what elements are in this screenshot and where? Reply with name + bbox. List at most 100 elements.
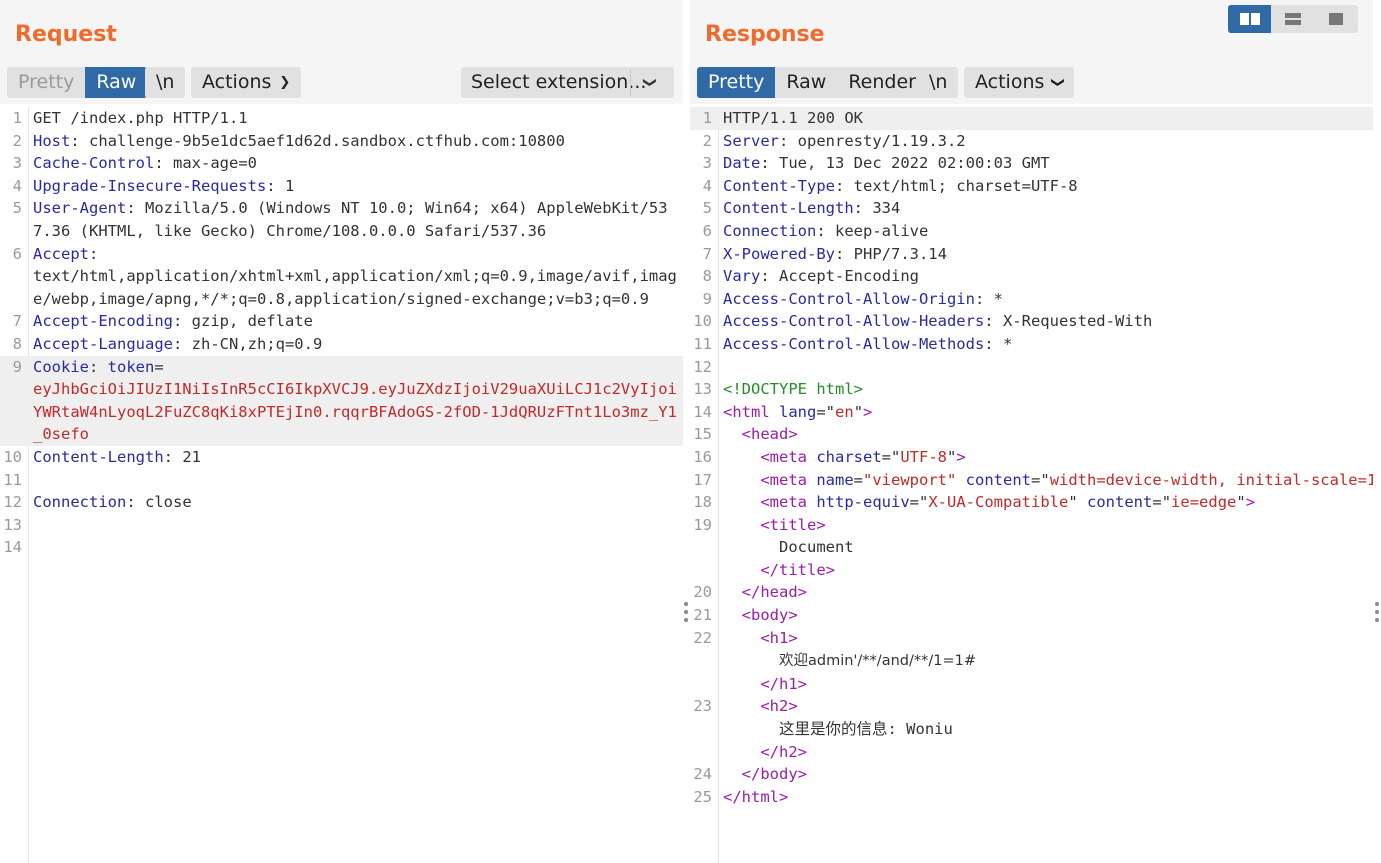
- code-line: </h2>: [760, 742, 807, 761]
- code-line: 9 Access-Control-Allow-Origin: *: [690, 288, 1373, 311]
- split-resize-handle[interactable]: [684, 602, 688, 626]
- layout-side-by-side-button[interactable]: [1228, 5, 1272, 33]
- title-text: Document: [779, 538, 854, 557]
- line-number: 10: [3, 447, 22, 466]
- header-key: Access-Control-Allow-Origin: [723, 289, 975, 308]
- actions-button[interactable]: Actions ❯: [191, 67, 301, 98]
- response-title: Response: [705, 22, 825, 47]
- header-key: Content-Type: [723, 176, 835, 195]
- header-key: Cache-Control: [33, 154, 155, 173]
- code-line: 2 Host: challenge-9b5e1dc5aef1d62d.sandb…: [0, 130, 683, 153]
- line-number: 20: [693, 583, 712, 602]
- tab-render[interactable]: Render: [837, 67, 927, 98]
- code-line: 13 <!DOCTYPE html>: [690, 378, 1373, 401]
- code-line: 10 Access-Control-Allow-Headers: X-Reques…: [690, 310, 1373, 333]
- line-number: 15: [693, 425, 712, 444]
- code-line: 3 Date: Tue, 13 Dec 2022 02:00:03 GMT: [690, 152, 1373, 175]
- tab-pretty[interactable]: Pretty: [7, 67, 85, 98]
- code-line: 15 <head>: [690, 423, 1373, 446]
- header-key: Cookie: [33, 357, 89, 376]
- newline-toggle-button[interactable]: \n: [145, 67, 185, 98]
- line-number: 19: [693, 515, 712, 534]
- tab-pretty[interactable]: Pretty: [697, 67, 776, 98]
- h2-text: 这里是你的信息: Woniu: [779, 720, 953, 739]
- actions-button[interactable]: Actions ❯: [964, 67, 1074, 98]
- code-line: Document: [690, 536, 1373, 559]
- h1-text: 欢迎admin'/**/and/**/1=1#: [779, 653, 976, 670]
- code-line: 欢迎admin'/**/and/**/1=1#: [690, 649, 1373, 673]
- request-newline-toggle-group: \n: [145, 67, 186, 98]
- tab-raw[interactable]: Raw: [775, 67, 837, 98]
- line-number: 6: [702, 221, 712, 240]
- code-line: </h1>: [760, 674, 807, 693]
- response-editor[interactable]: 1 HTTP/1.1 200 OK 2 Server: openresty/1.1…: [690, 107, 1373, 863]
- header-value: text/html; charset=UTF-8: [853, 176, 1078, 195]
- code-line: 8 Accept-Language: zh-CN,zh;q=0.9: [0, 333, 683, 356]
- chevron-down-icon: ❯: [1050, 77, 1066, 88]
- line-number: 3: [12, 154, 22, 173]
- line-number: 21: [693, 606, 712, 625]
- header-value: zh-CN,zh;q=0.9: [191, 334, 323, 353]
- header-value: gzip, deflate: [191, 312, 313, 331]
- code-line: 5 User-Agent: Mozilla/5.0 (Windows NT 10…: [0, 197, 683, 242]
- response-view-tabs: Pretty Raw Render: [697, 67, 927, 98]
- header-key: Accept-Language: [33, 334, 173, 353]
- line-number: 1: [702, 109, 712, 127]
- header-key: User-Agent: [33, 199, 127, 218]
- header-key: Vary: [723, 267, 761, 286]
- code-line: 14: [0, 536, 683, 559]
- header-value: 21: [182, 447, 201, 466]
- tab-raw[interactable]: Raw: [85, 67, 148, 98]
- single-pane-icon: [1329, 13, 1344, 25]
- code-line: 25 </html>: [690, 786, 1373, 809]
- header-value: openresty/1.19.3.2: [797, 131, 966, 150]
- code-line: 6 Accept: text/html,application/xhtml+xm…: [0, 243, 683, 311]
- code-line: 24 </body>: [690, 763, 1373, 786]
- header-value: Accept-Encoding: [779, 267, 919, 286]
- line-number: 3: [702, 154, 712, 173]
- header-value: 334: [872, 199, 901, 218]
- newline-toggle-button[interactable]: \n: [918, 67, 958, 98]
- header-key: Server: [723, 131, 779, 150]
- cookie-name: token: [107, 357, 155, 376]
- header-value: Mozilla/5.0 (Windows NT 10.0; Win64; x64…: [33, 199, 668, 240]
- line-number: 11: [693, 334, 712, 353]
- line-number: 7: [12, 312, 22, 331]
- request-actions-group: Actions ❯: [191, 67, 302, 98]
- right-resize-handle[interactable]: [1375, 602, 1379, 626]
- actions-label: Actions: [202, 71, 272, 93]
- line-number: 6: [12, 244, 22, 263]
- code-line: 21 <body>: [690, 604, 1373, 627]
- response-pane: Response Pretty Raw Render \n Actions ❯ 1…: [690, 0, 1373, 863]
- header-key: Date: [723, 154, 761, 173]
- response-newline-toggle-group: \n: [918, 67, 959, 98]
- header-key: Access-Control-Allow-Methods: [723, 334, 985, 353]
- meta-compat-content: ie=edge: [1171, 493, 1237, 512]
- header-value: max-age=0: [173, 154, 257, 173]
- line-number: 14: [693, 402, 712, 421]
- actions-label: Actions: [975, 71, 1045, 93]
- header-key: Access-Control-Allow-Headers: [723, 312, 985, 331]
- chevron-down-icon[interactable]: ❯: [635, 77, 666, 88]
- columns-icon: [1239, 13, 1260, 25]
- layout-single-button[interactable]: [1315, 5, 1358, 33]
- layout-stacked-button[interactable]: [1271, 5, 1314, 33]
- header-value: challenge-9b5e1dc5aef1d62d.sandbox.ctfhu…: [89, 131, 565, 150]
- header-value: keep-alive: [835, 221, 929, 240]
- header-key: Connection: [33, 493, 127, 512]
- line-number: 14: [3, 538, 22, 557]
- cookie-value: eyJhbGciOiJIUzI1NiIsInR5cCI6IkpXVCJ9.eyJ…: [33, 380, 677, 444]
- select-extension-dropdown[interactable]: Select extension... ❯: [461, 67, 674, 98]
- code-line: 7 Accept-Encoding: gzip, deflate: [0, 310, 683, 333]
- header-value: 1: [284, 176, 295, 195]
- code-line: 11 Access-Control-Allow-Methods: *: [690, 333, 1373, 356]
- rows-icon: [1284, 13, 1301, 25]
- code-line: 11: [0, 469, 683, 492]
- code-line: 8 Vary: Accept-Encoding: [690, 265, 1373, 288]
- header-key: Upgrade-Insecure-Requests: [33, 176, 267, 195]
- line-number: 18: [693, 493, 712, 512]
- line-number: 7: [702, 244, 712, 263]
- request-editor[interactable]: 1 GET /index.php HTTP/1.1 2 Host: challe…: [0, 107, 683, 863]
- header-value: Tue, 13 Dec 2022 02:00:03 GMT: [779, 154, 1050, 173]
- layout-toggle-group: [1228, 5, 1358, 33]
